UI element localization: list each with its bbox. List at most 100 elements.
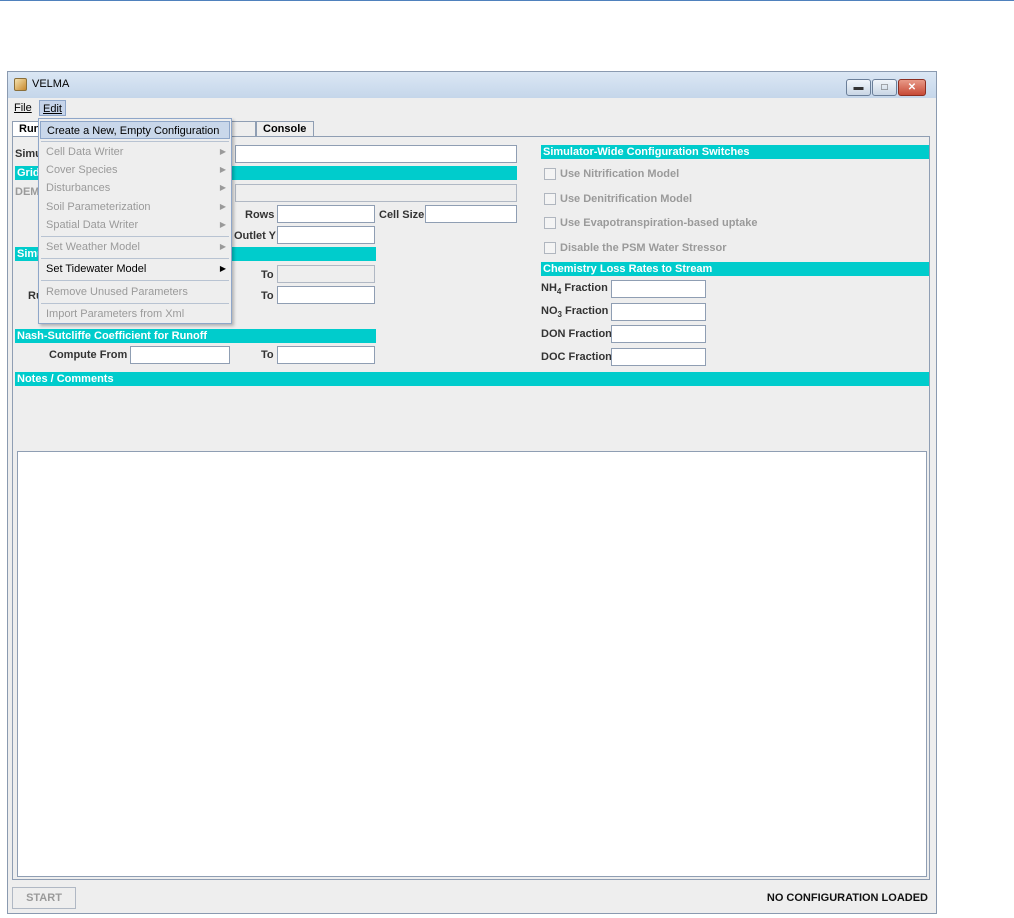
menu-item-remove-unused-parameters[interactable]: Remove Unused Parameters [40,283,230,301]
grid-header-label: Grid [17,167,40,179]
doc-fraction-field[interactable] [611,348,706,366]
nh4-fraction-label: NH4 Fraction [541,279,608,298]
menu-item-label: Disturbances [46,182,111,194]
notes-header-label: Notes / Comments [17,373,114,385]
chemistry-header-label: Chemistry Loss Rates to Stream [543,263,713,275]
no3-rest: Fraction [561,305,609,317]
menu-item-spatial-data-writer[interactable]: Spatial Data Writer ▶ [40,216,230,234]
maximize-button[interactable]: □ [872,79,897,96]
close-icon: ✕ [907,82,917,93]
evapotranspiration-label: Use Evapotranspiration-based uptake [560,217,758,229]
notes-textarea[interactable] [17,451,927,877]
chemistry-header: Chemistry Loss Rates to Stream [541,262,929,276]
nh4-fraction-field[interactable] [611,280,706,298]
switches-header-label: Simulator-Wide Configuration Switches [543,146,750,158]
menu-separator [41,141,229,142]
title-bar: VELMA ▬ □ ✕ [8,72,936,98]
compute-from-label: Compute From [49,349,128,361]
nash-sutcliffe-header: Nash-Sutcliffe Coefficient for Runoff [15,329,376,343]
document-top-rule [0,0,1014,1]
window-title: VELMA [32,78,70,90]
maximize-icon: □ [881,82,888,93]
menu-item-set-tidewater-model[interactable]: Set Tidewater Model ▶ [40,260,230,278]
no3-fraction-field[interactable] [611,303,706,321]
psm-water-stressor-checkbox[interactable] [544,242,556,254]
menu-separator [41,236,229,237]
menu-separator [41,258,229,259]
status-text: NO CONFIGURATION LOADED [766,892,928,904]
tab-console-label: Console [263,123,307,135]
no3-subscript: 3 [557,310,562,319]
tab-console[interactable]: Console [256,121,314,137]
menu-separator [41,303,229,304]
menu-item-label: Set Tidewater Model [46,263,147,275]
switches-header: Simulator-Wide Configuration Switches [541,145,929,159]
menu-item-create-configuration[interactable]: Create a New, Empty Configuration [40,121,230,139]
rows-field[interactable] [277,205,375,223]
simulation-name-field[interactable] [235,145,517,163]
menu-item-label: Remove Unused Parameters [46,286,188,298]
menu-item-label: Cell Data Writer [46,146,124,158]
menu-item-disturbances[interactable]: Disturbances ▶ [40,179,230,197]
nh4-base: NH [541,282,557,294]
menu-item-cover-species[interactable]: Cover Species ▶ [40,161,230,179]
to-label-2: To [261,290,274,302]
don-fraction-label: DON Fraction [541,328,612,340]
nitrification-label: Use Nitrification Model [560,168,680,180]
nitrification-checkbox[interactable] [544,168,556,180]
rows-label: Rows [245,209,275,221]
menu-item-label: Spatial Data Writer [46,219,139,231]
to-label-3: To [261,349,274,361]
cell-size-label: Cell Size [379,209,425,221]
menu-separator [41,280,229,281]
don-fraction-field[interactable] [611,325,706,343]
nash-sutcliffe-header-label: Nash-Sutcliffe Coefficient for Runoff [17,330,208,342]
menu-file[interactable]: File [11,100,35,116]
evapotranspiration-checkbox[interactable] [544,217,556,229]
menu-bar: File Edit [8,98,936,117]
doc-fraction-label: DOC Fraction [541,351,612,363]
menu-item-import-parameters-xml[interactable]: Import Parameters from Xml [40,305,230,323]
no3-fraction-label: NO3 Fraction [541,302,608,321]
no3-base: NO [541,305,558,317]
psm-water-stressor-label: Disable the PSM Water Stressor [560,242,727,254]
menu-edit-label: Edit [43,103,62,115]
denitrification-checkbox[interactable] [544,193,556,205]
close-button[interactable]: ✕ [898,79,926,96]
outlet-y-field[interactable] [277,226,375,244]
menu-item-label: Set Weather Model [46,241,140,253]
compute-from-field[interactable] [130,346,230,364]
velma-window: VELMA ▬ □ ✕ File Edit Run art Console Si… [7,71,937,914]
menu-item-soil-parameterization[interactable]: Soil Parameterization ▶ [40,198,230,216]
dem-label: DEM [15,186,40,198]
notes-header: Notes / Comments [15,372,929,386]
cell-size-field[interactable] [425,205,517,223]
menu-item-label: Import Parameters from Xml [46,308,185,320]
edit-menu-dropdown: Create a New, Empty Configuration Cell D… [38,118,232,324]
minimize-button[interactable]: ▬ [846,79,871,96]
submenu-arrow-icon: ▶ [219,202,226,211]
submenu-arrow-icon: ▶ [219,220,226,229]
menu-item-cell-data-writer[interactable]: Cell Data Writer ▶ [40,143,230,161]
java-icon [14,78,27,91]
to-field-2[interactable] [277,286,375,304]
submenu-arrow-icon: ▶ [219,242,226,251]
to-label-1: To [261,269,274,281]
menu-item-set-weather-model[interactable]: Set Weather Model ▶ [40,238,230,256]
start-button[interactable]: START [12,887,76,909]
dem-field[interactable] [235,184,517,202]
submenu-arrow-icon: ▶ [219,264,226,273]
submenu-arrow-icon: ▶ [219,183,226,192]
menu-edit[interactable]: Edit [39,100,66,116]
nh4-rest: Fraction [561,282,608,294]
submenu-arrow-icon: ▶ [219,147,226,156]
minimize-icon: ▬ [853,82,864,93]
submenu-arrow-icon: ▶ [219,165,226,174]
outlet-y-label: Outlet Y [234,230,276,242]
nh4-subscript: 4 [556,287,562,296]
menu-file-label: File [14,102,32,114]
menu-item-label: Create a New, Empty Configuration [47,125,220,137]
to-field-1[interactable] [277,265,375,283]
compute-to-field[interactable] [277,346,375,364]
denitrification-label: Use Denitrification Model [560,193,693,205]
